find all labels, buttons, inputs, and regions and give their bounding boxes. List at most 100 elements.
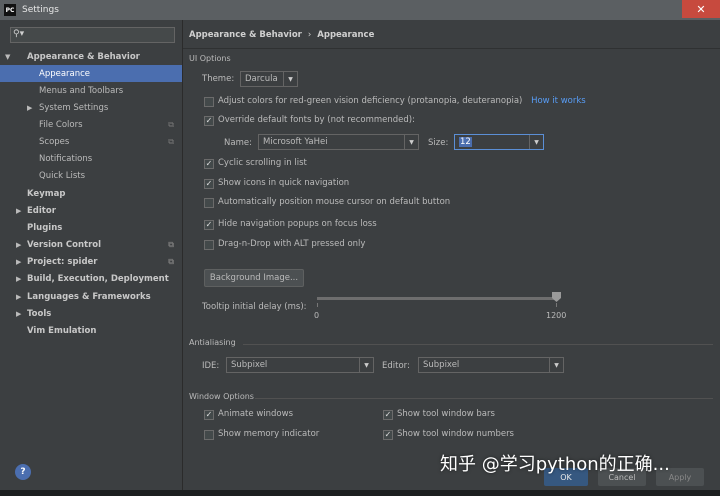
hide-popups-checkbox[interactable]: ✓ [204,220,214,230]
title-bar: PC Settings ✕ [0,0,720,20]
breadcrumb-current: Appearance [317,30,375,40]
tree-item-label: File Colors [39,119,83,130]
collapsed-arrow-icon[interactable]: ▶ [27,104,32,112]
tree-item-label: Editor [27,205,56,216]
hide-popups-label: Hide navigation popups on focus loss [218,219,377,229]
editor-antialiasing-label: Editor: [382,361,410,371]
tree-item-build-execution[interactable]: ▶ Build, Execution, Deployment [0,270,182,287]
chevron-down-icon: ▼ [529,135,543,149]
show-icons-label: Show icons in quick navigation [218,178,350,188]
show-icons-checkbox[interactable]: ✓ [204,179,214,189]
font-size-value: 12 [459,137,472,147]
tree-item-label: Plugins [27,222,63,233]
drag-drop-checkbox[interactable] [204,240,214,250]
zhihu-watermark: 知乎 @学习python的正确... [440,454,670,475]
tree-item-label: Tools [27,308,52,319]
tree-item-label: Version Control [27,239,102,250]
collapsed-arrow-icon[interactable]: ▶ [16,241,21,249]
theme-label: Theme: [202,74,235,84]
theme-value: Darcula [245,74,278,84]
editor-antialiasing-select[interactable]: Subpixel ▼ [418,357,564,373]
close-window-button[interactable]: ✕ [682,0,720,18]
tree-item-label: Notifications [39,153,93,164]
ide-antialiasing-select[interactable]: Subpixel ▼ [226,357,374,373]
project-scope-icon: ⧉ [168,239,174,249]
font-name-label: Name: [224,138,252,148]
tree-item-project-spider[interactable]: ▶ Project: spider ⧉ [0,253,182,270]
expanded-arrow-icon[interactable]: ▼ [5,53,10,61]
tree-item-label: Appearance & Behavior [27,51,140,62]
tree-item-appearance-behavior[interactable]: ▼ Appearance & Behavior [0,48,182,65]
tree-item-editor[interactable]: ▶ Editor [0,202,182,219]
adjust-colors-text: Adjust colors for red-green vision defic… [218,96,523,106]
collapsed-arrow-icon[interactable]: ▶ [16,258,21,266]
cyclic-scrolling-checkbox[interactable]: ✓ [204,159,214,169]
slider-tick [556,303,557,307]
tree-item-keymap[interactable]: Keymap [0,185,182,202]
tree-item-quick-lists[interactable]: Quick Lists [0,167,182,184]
tree-item-notifications[interactable]: Notifications [0,150,182,167]
collapsed-arrow-icon[interactable]: ▶ [16,275,21,283]
tree-item-label: Languages & Frameworks [27,291,151,302]
tooltip-max-label: 1200 [546,311,567,320]
tool-window-numbers-label: Show tool window numbers [397,429,514,439]
tree-item-appearance[interactable]: Appearance [0,65,182,82]
tree-item-plugins[interactable]: Plugins [0,219,182,236]
project-scope-icon: ⧉ [168,119,174,129]
tooltip-min-label: 0 [314,311,320,320]
memory-indicator-checkbox[interactable] [204,430,214,440]
section-divider [255,398,713,399]
background-image-button[interactable]: Background Image... [204,269,304,287]
breadcrumb: Appearance & Behavior › Appearance [189,30,374,40]
section-window-options: Window Options [189,392,254,401]
collapsed-arrow-icon[interactable]: ▶ [16,310,21,318]
tree-item-tools[interactable]: ▶ Tools [0,305,182,322]
window-title: Settings [22,5,59,15]
collapsed-arrow-icon[interactable]: ▶ [16,293,21,301]
cyclic-scrolling-label: Cyclic scrolling in list [218,158,307,168]
tree-item-scopes[interactable]: Scopes ⧉ [0,133,182,150]
tooltip-delay-slider-thumb[interactable] [552,292,561,302]
tree-item-system-settings[interactable]: ▶ System Settings [0,99,182,116]
animate-windows-label: Animate windows [218,409,293,419]
adjust-colors-label: Adjust colors for red-green vision defic… [218,96,586,106]
tool-window-numbers-checkbox[interactable]: ✓ [383,430,393,440]
override-fonts-checkbox[interactable]: ✓ [204,116,214,126]
auto-position-label: Automatically position mouse cursor on d… [218,197,451,207]
tree-item-file-colors[interactable]: File Colors ⧉ [0,116,182,133]
tree-item-label: Project: spider [27,256,98,267]
header-divider [183,48,720,49]
tooltip-delay-slider[interactable] [317,297,557,300]
tooltip-delay-label: Tooltip initial delay (ms): [202,302,307,312]
tree-item-label: Appearance [39,68,91,79]
collapsed-arrow-icon[interactable]: ▶ [16,207,21,215]
theme-select[interactable]: Darcula ▼ [240,71,298,87]
override-fonts-label: Override default fonts by (not recommend… [218,115,415,125]
breadcrumb-separator: › [307,30,312,40]
font-name-select[interactable]: Microsoft YaHei ▼ [258,134,419,150]
tree-item-version-control[interactable]: ▶ Version Control ⧉ [0,236,182,253]
tool-window-bars-checkbox[interactable]: ✓ [383,410,393,420]
tree-item-label: Keymap [27,188,66,199]
search-input[interactable]: ⚲▾ [10,27,175,43]
tree-item-languages-frameworks[interactable]: ▶ Languages & Frameworks [0,288,182,305]
tree-item-label: System Settings [39,102,109,113]
adjust-colors-checkbox[interactable] [204,97,214,107]
tree-item-label: Vim Emulation [27,325,97,336]
tree-item-vim-emulation[interactable]: Vim Emulation [0,322,182,339]
animate-windows-checkbox[interactable]: ✓ [204,410,214,420]
taskbar-strip [0,490,720,496]
help-button[interactable]: ? [15,464,31,480]
tree-item-label: Build, Execution, Deployment [27,273,169,284]
how-it-works-link[interactable]: How it works [531,96,586,106]
section-divider [243,344,713,345]
settings-main-panel: Appearance & Behavior › Appearance UI Opti… [183,20,720,496]
font-size-select[interactable]: 12 ▼ [454,134,544,150]
tree-item-label: Scopes [39,136,70,147]
editor-antialiasing-value: Subpixel [423,360,460,370]
ide-antialiasing-value: Subpixel [231,360,268,370]
project-scope-icon: ⧉ [168,136,174,146]
tree-item-menus-toolbars[interactable]: Menus and Toolbars [0,82,182,99]
project-scope-icon: ⧉ [168,256,174,266]
auto-position-checkbox[interactable] [204,198,214,208]
